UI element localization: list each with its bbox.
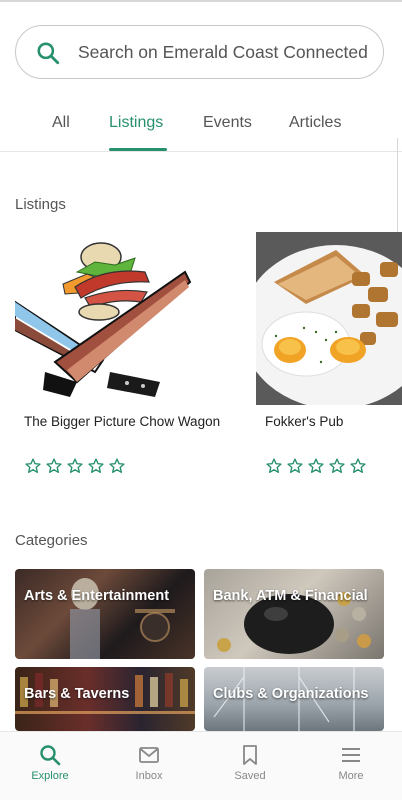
mail-icon <box>139 747 159 763</box>
bottom-navigation: Explore Inbox Saved More <box>0 731 402 800</box>
star-outline-icon <box>87 457 105 475</box>
star-outline-icon <box>307 457 325 475</box>
nav-more[interactable]: More <box>301 732 401 800</box>
bookmark-icon <box>243 745 257 765</box>
nav-label: Saved <box>234 770 266 782</box>
category-label: Bars & Taverns <box>24 686 130 702</box>
star-outline-icon <box>265 457 283 475</box>
categories-section-title: Categories <box>15 532 88 549</box>
search-bar[interactable] <box>15 25 384 79</box>
star-outline-icon <box>66 457 84 475</box>
listing-name: The Bigger Picture Chow Wagon <box>24 414 221 429</box>
category-tile-bars-taverns[interactable]: Bars & Taverns <box>15 667 195 731</box>
star-outline-icon <box>286 457 304 475</box>
category-label: Arts & Entertainment <box>24 588 170 604</box>
listing-card[interactable]: The Bigger Picture Chow Wagon <box>15 232 245 492</box>
nav-explore[interactable]: Explore <box>0 732 100 800</box>
tab-articles[interactable]: Articles <box>289 114 341 132</box>
top-divider <box>0 0 402 2</box>
category-tile-clubs-organizations[interactable]: Clubs & Organizations <box>204 667 384 731</box>
category-image <box>70 578 175 659</box>
active-tab-indicator <box>109 148 167 151</box>
star-outline-icon <box>24 457 42 475</box>
nav-label: Explore <box>31 770 69 782</box>
listing-image-fokkers-pub <box>256 232 402 405</box>
tab-events[interactable]: Events <box>203 114 252 132</box>
search-icon <box>37 42 60 65</box>
star-rating <box>24 457 126 475</box>
search-icon <box>40 745 61 766</box>
star-outline-icon <box>45 457 63 475</box>
category-tile-bank-financial[interactable]: Bank, ATM & Financial <box>204 569 384 659</box>
tab-all[interactable]: All <box>52 114 70 132</box>
nav-saved[interactable]: Saved <box>200 732 300 800</box>
menu-icon <box>342 748 360 762</box>
listing-name: Fokker's Pub <box>265 414 344 429</box>
nav-inbox[interactable]: Inbox <box>99 732 199 800</box>
tab-bar: All Listings Events Articles <box>0 100 402 152</box>
nav-label: Inbox <box>135 770 163 782</box>
listing-image-chow-wagon <box>15 232 220 405</box>
category-label: Clubs & Organizations <box>213 686 369 702</box>
category-tile-arts-entertainment[interactable]: Arts & Entertainment <box>15 569 195 659</box>
nav-label: More <box>338 770 364 782</box>
star-rating <box>265 457 367 475</box>
star-outline-icon <box>108 457 126 475</box>
star-outline-icon <box>349 457 367 475</box>
tab-listings[interactable]: Listings <box>109 114 163 132</box>
listings-section-title: Listings <box>15 196 66 213</box>
category-label: Bank, ATM & Financial <box>213 588 368 604</box>
category-image <box>217 592 371 654</box>
star-outline-icon <box>328 457 346 475</box>
search-input[interactable] <box>78 36 378 68</box>
listing-card[interactable]: Fokker's Pub <box>256 232 402 492</box>
